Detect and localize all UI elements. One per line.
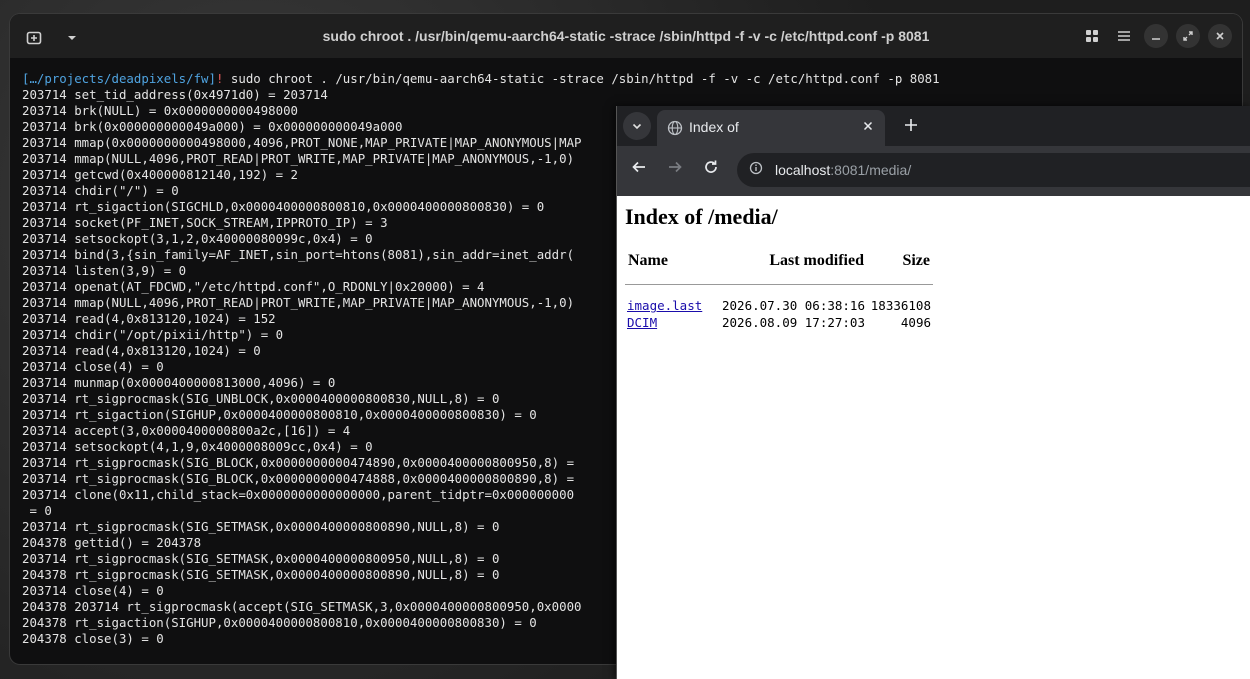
terminal-title: sudo chroot . /usr/bin/qemu-aarch64-stat… <box>322 28 930 44</box>
close-icon[interactable] <box>1208 24 1232 48</box>
tab-close-icon[interactable] <box>859 118 877 136</box>
minimize-icon[interactable] <box>1144 24 1168 48</box>
browser-toolbar: localhost:8081/media/ <box>617 146 1250 196</box>
page-content: Index of /media/ Name Last modified Size… <box>617 196 1250 679</box>
grid-icon[interactable] <box>1080 24 1104 48</box>
column-header-name: Name <box>628 252 668 269</box>
hamburger-menu-icon[interactable] <box>1112 24 1136 48</box>
size-cell: 18336108 <box>870 298 931 313</box>
new-tab-plus-icon[interactable] <box>899 114 923 138</box>
forward-arrow-icon[interactable] <box>663 159 687 183</box>
browser-window: Index of localhost:8081/media/ Index of … <box>616 106 1250 679</box>
page-title: Index of /media/ <box>625 204 778 229</box>
reload-icon[interactable] <box>699 159 723 183</box>
url-host: localhost <box>775 162 831 178</box>
header-divider <box>625 284 933 297</box>
prompt-line: […/projects/deadpixels/fw]! sudo chroot … <box>22 71 1232 87</box>
maximize-icon[interactable] <box>1176 24 1200 48</box>
prompt-command: sudo chroot . /usr/bin/qemu-aarch64-stat… <box>223 71 940 86</box>
address-url: localhost:8081/media/ <box>775 153 911 187</box>
table-row: image.last 2026.07.30 06:38:16 18336108 <box>625 297 933 314</box>
folder-link-dcim[interactable]: DCIM <box>627 315 657 330</box>
tab-title: Index of <box>689 119 739 135</box>
directory-listing: Name Last modified Size image.last 2026.… <box>625 250 933 331</box>
terminal-titlebar: sudo chroot . /usr/bin/qemu-aarch64-stat… <box>10 14 1242 58</box>
file-link-image-last[interactable]: image.last <box>627 298 702 313</box>
size-cell: 4096 <box>900 315 931 330</box>
column-header-size: Size <box>902 252 930 269</box>
strace-line: 203714 set_tid_address(0x4971d0) = 20371… <box>22 87 328 102</box>
browser-tabbar: Index of <box>617 106 1250 146</box>
back-arrow-icon[interactable] <box>627 159 651 183</box>
site-info-icon[interactable] <box>747 161 765 179</box>
browser-tab[interactable]: Index of <box>657 110 885 146</box>
url-path: :8081/media/ <box>830 162 912 178</box>
modified-cell: 2026.07.30 06:38:16 <box>722 298 865 313</box>
prompt-path: […/projects/deadpixels/fw] <box>22 71 216 86</box>
tab-search-chevron-icon[interactable] <box>623 112 651 140</box>
modified-cell: 2026.08.09 17:27:03 <box>722 315 865 330</box>
column-header-modified: Last modified <box>769 252 864 269</box>
globe-icon <box>667 120 683 136</box>
table-row: DCIM 2026.08.09 17:27:03 4096 <box>625 314 933 331</box>
address-bar[interactable]: localhost:8081/media/ <box>737 153 1250 187</box>
